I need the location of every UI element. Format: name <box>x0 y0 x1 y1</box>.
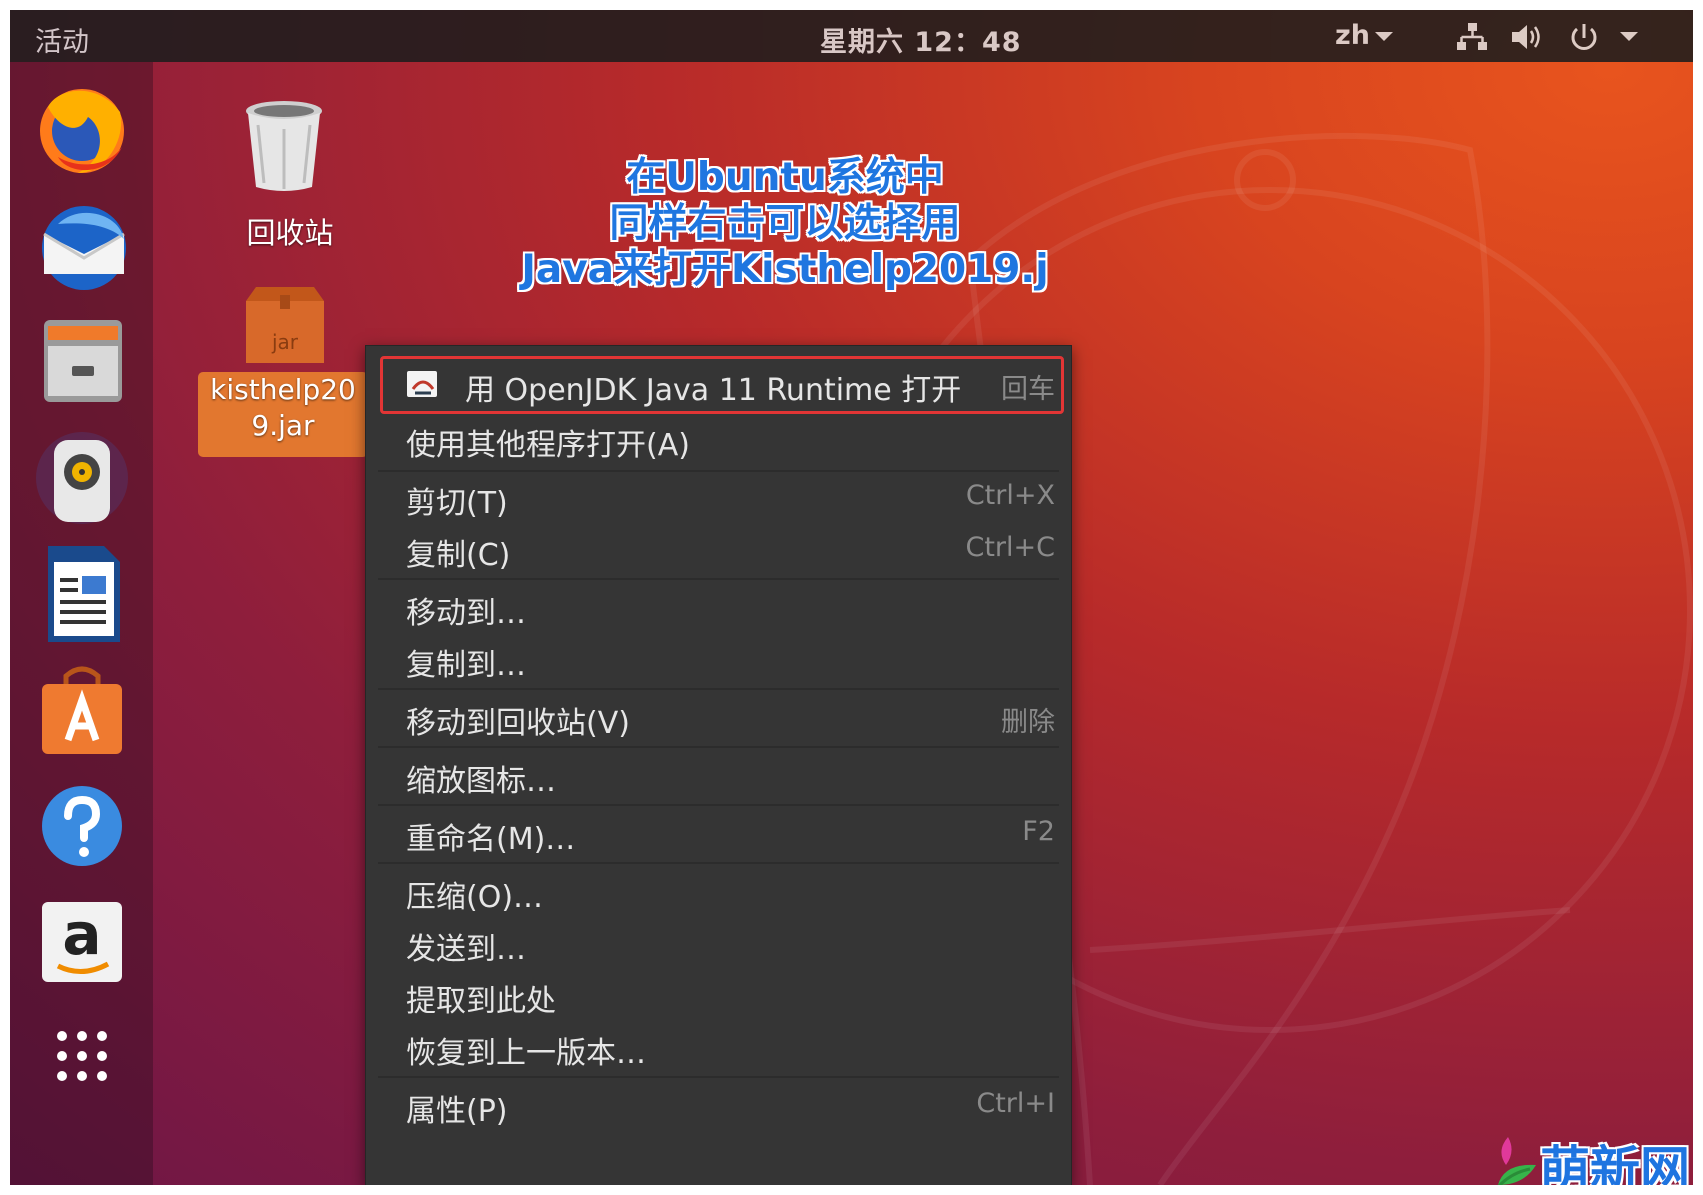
files-icon[interactable] <box>28 310 136 418</box>
trash-label[interactable]: 回收站 <box>205 210 375 252</box>
jar-label-line: 9.jar <box>251 409 315 442</box>
menu-item-label: 缩放图标… <box>406 764 556 799</box>
leaf-logo-icon <box>1497 1137 1536 1185</box>
menu-item-extract-here[interactable]: 提取到此处 <box>366 970 1071 1022</box>
java-app-icon <box>407 371 437 397</box>
menu-item-move-to[interactable]: 移动到… <box>366 582 1071 634</box>
watermark-text: 萌新网 <box>1540 1141 1690 1185</box>
menu-item-label: 复制(C) <box>406 538 511 573</box>
menu-item-send-to[interactable]: 发送到… <box>366 918 1071 970</box>
menu-item-shortcut: 回车 <box>1001 374 1055 405</box>
menu-item-label: 剪切(T) <box>406 486 508 521</box>
menu-item-resize-icon[interactable]: 缩放图标… <box>366 750 1071 802</box>
show-apps-icon[interactable] <box>28 1002 136 1110</box>
jar-badge: jar <box>271 330 299 354</box>
menu-item-open-with-other[interactable]: 使用其他程序打开(A) <box>366 414 1071 466</box>
activities-button[interactable]: 活动 <box>35 20 89 59</box>
menu-item-label: 恢复到上一版本… <box>406 1036 646 1071</box>
language-indicator[interactable]: zh <box>1335 20 1370 51</box>
menu-item-label: 复制到… <box>406 648 526 683</box>
menu-item-label: 属性(P) <box>406 1094 508 1129</box>
menu-item-rename[interactable]: 重命名(M)… F2 <box>366 808 1071 860</box>
ubuntu-desktop: 活动 星期六 12：48 zh a 回收站 jar kisthelp20 9.j… <box>10 10 1693 1185</box>
menu-item-label: 重命名(M)… <box>406 822 576 857</box>
jar-label-line: kisthelp20 <box>210 373 356 406</box>
menu-item-label: 用 OpenJDK Java 11 Runtime 打开 <box>465 373 962 408</box>
trash-icon[interactable] <box>242 95 326 195</box>
clock[interactable]: 星期六 12：48 <box>820 20 1022 59</box>
menu-item-compress[interactable]: 压缩(O)… <box>366 866 1071 918</box>
menu-item-copy[interactable]: 复制(C) Ctrl+C <box>366 524 1071 576</box>
menu-item-label: 压缩(O)… <box>406 880 544 915</box>
menu-item-shortcut: F2 <box>1022 816 1055 847</box>
network-icon[interactable] <box>1455 22 1489 52</box>
volume-icon[interactable] <box>1510 22 1546 52</box>
menu-separator <box>378 1076 1059 1078</box>
menu-separator <box>378 862 1059 864</box>
jar-file-icon[interactable]: jar <box>242 285 328 365</box>
menu-item-shortcut: Ctrl+I <box>976 1088 1055 1119</box>
power-icon[interactable] <box>1568 22 1600 54</box>
chevron-down-icon[interactable] <box>1620 32 1638 41</box>
menu-item-label: 移动到… <box>406 596 526 631</box>
menu-item-label: 移动到回收站(V) <box>406 706 630 741</box>
menu-item-shortcut: 删除 <box>1001 707 1055 738</box>
chevron-down-icon <box>1375 32 1393 41</box>
top-bar: 活动 星期六 12：48 zh <box>10 10 1693 62</box>
menu-item-label: 发送到… <box>406 932 526 967</box>
annotation-text: 在Ubuntu系统中 同样右击可以选择用 Java来打开Kisthelp2019… <box>480 155 1090 293</box>
menu-separator <box>378 688 1059 690</box>
menu-item-move-to-trash[interactable]: 移动到回收站(V) 删除 <box>366 692 1071 744</box>
menu-item-label: 使用其他程序打开(A) <box>406 428 690 463</box>
annotation-line: Java来打开Kisthelp2019.j <box>521 247 1049 292</box>
annotation-line: 在Ubuntu系统中 <box>626 155 944 200</box>
jar-file-label[interactable]: kisthelp20 9.jar <box>198 372 368 457</box>
menu-separator <box>378 746 1059 748</box>
menu-separator <box>378 804 1059 806</box>
firefox-icon[interactable] <box>28 77 136 185</box>
rhythmbox-icon[interactable] <box>28 426 136 534</box>
libreoffice-writer-icon[interactable] <box>28 540 136 648</box>
amazon-icon[interactable]: a <box>28 888 136 996</box>
menu-item-cut[interactable]: 剪切(T) Ctrl+X <box>366 472 1071 524</box>
menu-item-shortcut: Ctrl+X <box>965 480 1055 511</box>
menu-item-copy-to[interactable]: 复制到… <box>366 634 1071 686</box>
svg-text:a: a <box>62 900 101 968</box>
menu-item-open-with-java[interactable]: 用 OpenJDK Java 11 Runtime 打开 回车 <box>380 356 1064 414</box>
help-icon[interactable] <box>28 772 136 880</box>
menu-item-shortcut: Ctrl+C <box>965 532 1055 563</box>
software-center-icon[interactable] <box>28 656 136 764</box>
menu-item-revert[interactable]: 恢复到上一版本… <box>366 1022 1071 1074</box>
context-menu: 用 OpenJDK Java 11 Runtime 打开 回车 使用其他程序打开… <box>365 345 1072 1185</box>
thunderbird-icon[interactable] <box>28 194 136 302</box>
menu-separator <box>378 578 1059 580</box>
menu-item-properties[interactable]: 属性(P) Ctrl+I <box>366 1080 1071 1132</box>
menu-item-label: 提取到此处 <box>406 984 556 1019</box>
annotation-line: 同样右击可以选择用 <box>609 201 961 246</box>
dock: a <box>10 62 153 1185</box>
